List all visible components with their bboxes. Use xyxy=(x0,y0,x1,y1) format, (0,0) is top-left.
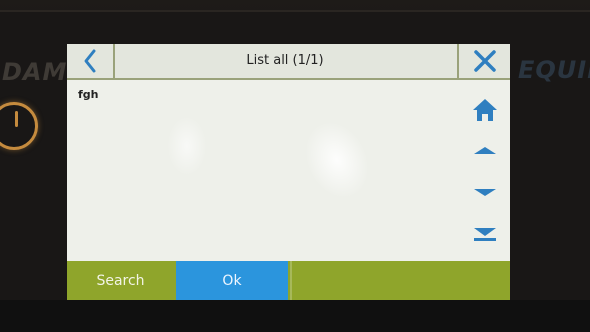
search-button[interactable]: Search xyxy=(67,261,174,301)
arrow-up-icon xyxy=(474,147,496,154)
bezel-brand-right: EQUIN xyxy=(518,56,590,84)
touch-screen: List all (1/1) fgh Search Ok xyxy=(67,44,510,301)
home-button[interactable] xyxy=(471,98,499,122)
list-item[interactable]: fgh xyxy=(78,88,99,101)
screen-glare xyxy=(167,116,207,176)
bottom-toolbar: Search Ok xyxy=(67,261,510,301)
scroll-up-button[interactable] xyxy=(471,138,499,162)
close-icon xyxy=(474,50,496,72)
bezel-brand-left: DAM xyxy=(2,58,68,86)
home-icon xyxy=(473,99,497,121)
scroll-to-bottom-button[interactable] xyxy=(471,221,499,245)
item-list: fgh xyxy=(67,80,457,260)
chevron-left-icon xyxy=(84,49,96,73)
back-button[interactable] xyxy=(67,44,115,78)
title-bar: List all (1/1) xyxy=(67,44,510,80)
device-base xyxy=(0,300,590,332)
navigation-column xyxy=(457,80,510,260)
toolbar-empty-slot xyxy=(290,261,510,301)
page-title: List all (1/1) xyxy=(246,53,324,68)
arrow-down-icon xyxy=(474,189,496,196)
arrow-to-bottom-icon xyxy=(474,228,496,241)
scroll-down-button[interactable] xyxy=(471,180,499,204)
close-button[interactable] xyxy=(457,44,510,78)
power-button-icon[interactable] xyxy=(0,102,38,150)
ok-button[interactable]: Ok xyxy=(176,261,288,301)
